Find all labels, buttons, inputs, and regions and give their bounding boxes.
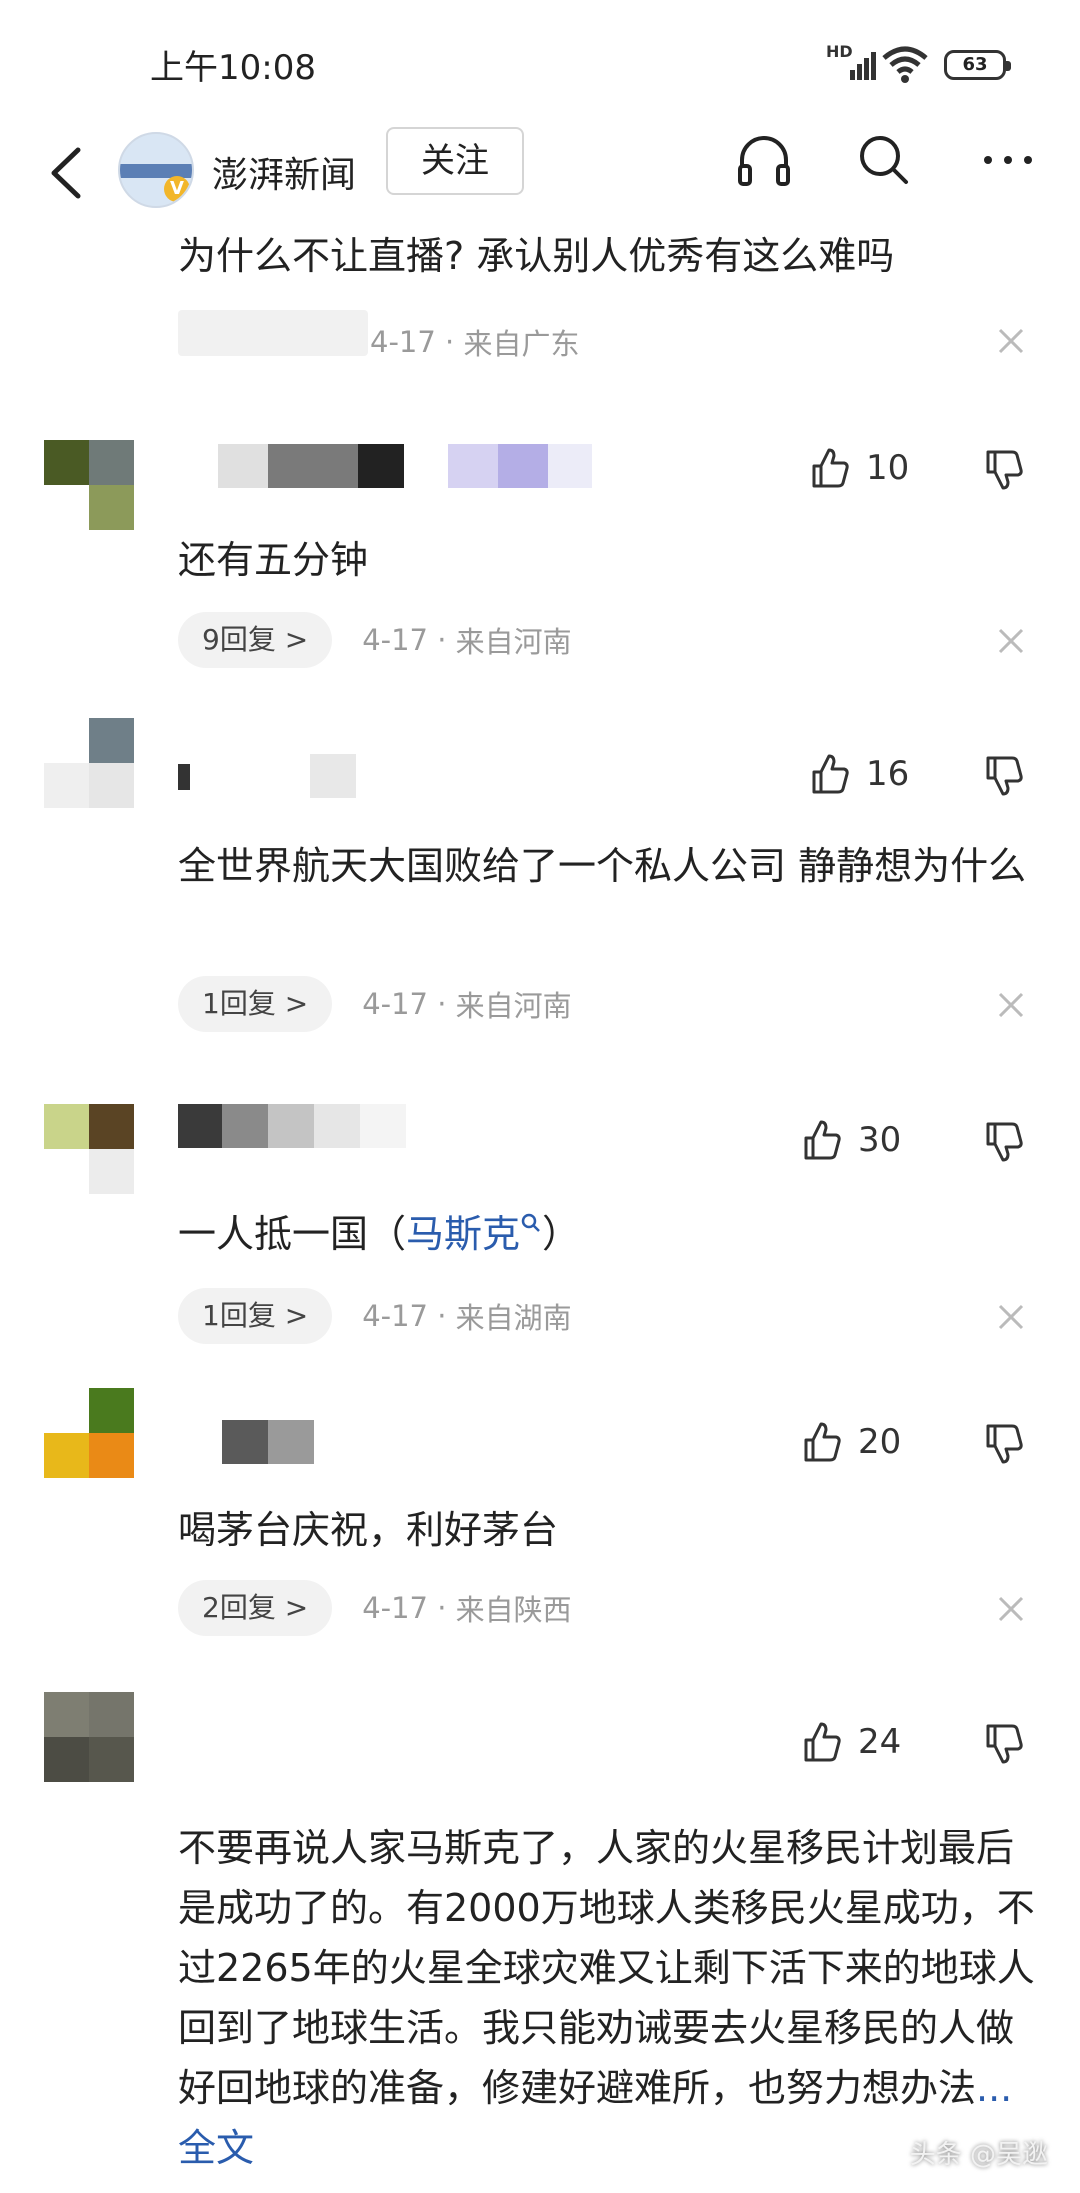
search-icon[interactable] (852, 128, 916, 192)
comment-text: 全世界航天大国败给了一个私人公司 静静想为什么 (178, 844, 1027, 888)
publisher-avatar[interactable]: V (118, 132, 194, 208)
reply-count-button[interactable]: 9回复 > (178, 612, 333, 668)
username-blurred (178, 444, 592, 488)
like-button[interactable]: 30 (800, 1118, 901, 1162)
comment-location: 来自河南 (455, 625, 572, 659)
reply-count-button[interactable]: 1回复 > (178, 976, 333, 1032)
blurred-reply-pill (178, 310, 368, 356)
thumbs-up-icon (812, 754, 849, 794)
thumbs-down-icon[interactable] (982, 448, 1026, 492)
thumbs-down-icon[interactable] (982, 1722, 1026, 1766)
like-button[interactable]: 16 (808, 752, 909, 796)
comment-date: 4-17 (362, 987, 429, 1021)
comment-meta: 1回复 > 4-17 · 来自湖南 (178, 1288, 572, 1344)
like-count: 16 (866, 754, 910, 794)
thumbs-up-icon (812, 448, 849, 488)
topic-link[interactable]: 马斯克 (406, 1212, 520, 1256)
comment-meta: 9回复 > 4-17 · 来自河南 (178, 612, 572, 668)
close-icon[interactable] (996, 1302, 1026, 1332)
like-count: 30 (858, 1120, 902, 1160)
close-icon[interactable] (996, 626, 1026, 656)
thumbs-down-icon[interactable] (982, 754, 1026, 798)
avatar[interactable] (44, 718, 134, 808)
more-icon[interactable] (976, 128, 1040, 192)
comment-date: 4-17 (362, 1299, 429, 1333)
comment-meta: 4-17 · 来自广东 (370, 314, 580, 370)
thumbs-down-icon[interactable] (982, 1120, 1026, 1164)
search-icon[interactable] (520, 1212, 542, 1234)
comment-location: 来自湖南 (455, 1301, 572, 1335)
username-blurred (178, 1420, 338, 1464)
avatar[interactable] (44, 440, 134, 530)
reply-count-button[interactable]: 1回复 > (178, 1288, 333, 1344)
like-button[interactable]: 20 (800, 1420, 901, 1464)
like-count: 20 (858, 1422, 902, 1462)
comment-text: 还有五分钟 (178, 538, 369, 582)
username-blurred (178, 1104, 418, 1148)
header-bar: V 澎湃新闻 关注 (0, 118, 1080, 228)
like-button[interactable]: 10 (808, 446, 909, 490)
comment-date: 4-17 (370, 325, 436, 359)
thumbs-down-icon[interactable] (982, 1422, 1026, 1466)
battery-level: 63 (962, 54, 988, 75)
comment-location: 来自陕西 (455, 1593, 572, 1627)
reply-count-button[interactable]: 2回复 > (178, 1580, 333, 1636)
comment-date: 4-17 (362, 1591, 429, 1625)
comment-location: 来自广东 (463, 327, 580, 361)
comment-meta: 2回复 > 4-17 · 来自陕西 (178, 1580, 572, 1636)
wifi-icon (882, 46, 928, 83)
status-time: 上午10:08 (150, 48, 316, 88)
thumbs-up-icon (804, 1722, 841, 1762)
comment-text: 喝茅台庆祝，利好茅台 (178, 1508, 559, 1552)
thumbs-up-icon (804, 1120, 841, 1160)
follow-button[interactable]: 关注 (386, 127, 524, 195)
thumbs-up-icon (804, 1422, 841, 1462)
close-icon[interactable] (996, 990, 1026, 1020)
watermark: 头条 @吴逖 (909, 2140, 1048, 2170)
comment-text: 为什么不让直播? 承认别人优秀有这么难吗 (178, 234, 895, 278)
close-icon[interactable] (996, 326, 1026, 356)
username-blurred (178, 754, 358, 798)
comment-text: 一人抵一国（马斯克） (178, 1212, 581, 1256)
battery-icon: 63 (944, 50, 1011, 80)
headphones-icon[interactable] (732, 128, 796, 192)
avatar[interactable] (44, 1692, 134, 1782)
comment-date: 4-17 (362, 623, 429, 657)
back-icon[interactable] (40, 128, 100, 218)
publisher-name[interactable]: 澎湃新闻 (212, 146, 356, 198)
status-bar: 上午10:08 HD 63 (0, 0, 1080, 120)
comment-meta: 1回复 > 4-17 · 来自河南 (178, 976, 572, 1032)
like-button[interactable]: 24 (800, 1720, 901, 1764)
comment-location: 来自河南 (455, 989, 572, 1023)
close-icon[interactable] (996, 1594, 1026, 1624)
verified-badge-icon: V (164, 176, 190, 202)
signal-icon (850, 52, 876, 80)
like-count: 10 (866, 448, 910, 488)
like-count: 24 (858, 1722, 902, 1762)
avatar[interactable] (44, 1388, 134, 1478)
avatar[interactable] (44, 1104, 134, 1194)
